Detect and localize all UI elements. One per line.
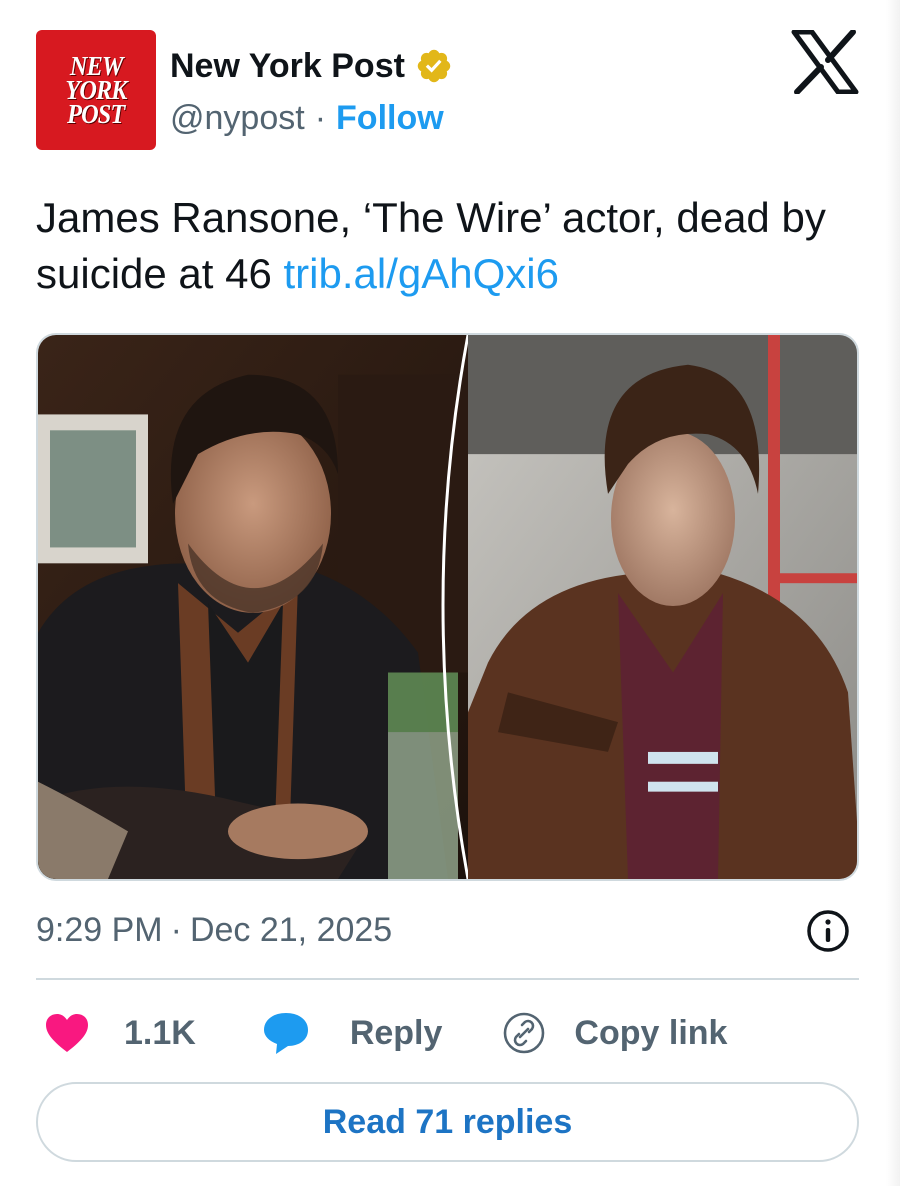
- copy-link-label: Copy link: [574, 1013, 728, 1052]
- reply-bubble-icon: [263, 1013, 308, 1054]
- tweet-timestamp[interactable]: 9:29 PM · Dec 21, 2025: [36, 905, 392, 955]
- author-handle-row: @nypost · Follow: [170, 96, 444, 140]
- timestamp-separator: ·: [170, 910, 182, 949]
- timestamp-time: 9:29 PM: [36, 910, 163, 949]
- copy-link-button[interactable]: Copy link: [502, 1011, 727, 1055]
- author-handle[interactable]: @nypost: [170, 99, 305, 138]
- tweet-actions: 1.1K Reply Copy link: [36, 1002, 727, 1064]
- heart-icon: [46, 1014, 88, 1052]
- avatar-text-line-3: POST: [67, 99, 125, 129]
- x-logo-icon[interactable]: [790, 30, 860, 94]
- link-icon: [504, 1012, 545, 1054]
- info-icon[interactable]: [804, 907, 852, 955]
- read-replies-button[interactable]: Read 71 replies: [36, 1082, 859, 1162]
- handle-separator: ·: [314, 98, 327, 137]
- tweet-media[interactable]: [36, 333, 859, 881]
- tweet-link[interactable]: trib.al/gAhQxi6: [284, 250, 559, 297]
- like-button[interactable]: 1.1K: [44, 1012, 196, 1054]
- follow-button[interactable]: Follow: [336, 99, 444, 138]
- reply-button[interactable]: Reply: [262, 1011, 443, 1055]
- tweet-embed-card: NEW YORK POST New York Post @nypost · Fo…: [0, 0, 900, 1186]
- tweet-text: James Ransone, ‘The Wire’ actor, dead by…: [36, 190, 876, 302]
- divider: [36, 978, 859, 980]
- card-edge-shadow: [886, 0, 900, 1186]
- photo-left-man-at-bar: [38, 335, 468, 879]
- verified-badge-icon: [417, 49, 451, 83]
- likes-count: 1.1K: [124, 1013, 196, 1052]
- author-avatar[interactable]: NEW YORK POST: [36, 30, 156, 150]
- photo-right-young-man-leather-jacket: [468, 335, 857, 879]
- reply-label: Reply: [349, 1013, 443, 1052]
- author-display-name[interactable]: New York Post: [170, 47, 405, 86]
- timestamp-date: Dec 21, 2025: [189, 910, 393, 949]
- author-name-row: New York Post: [170, 44, 453, 88]
